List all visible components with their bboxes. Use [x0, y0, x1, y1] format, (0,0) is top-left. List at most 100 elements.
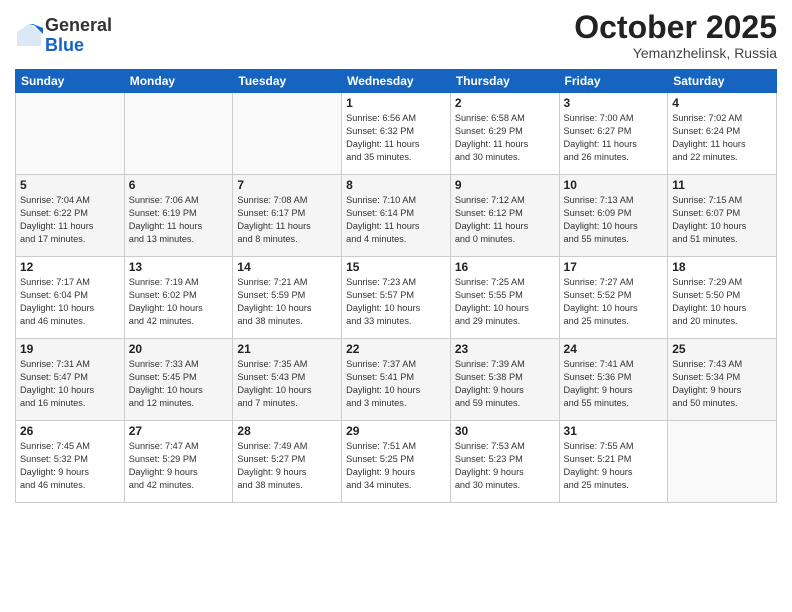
calendar-day-cell: 28 Sunrise: 7:49 AM Sunset: 5:27 PM Dayli… — [233, 421, 342, 503]
header-tuesday: Tuesday — [233, 70, 342, 93]
logo-icon — [15, 22, 43, 50]
day-number: 23 — [455, 342, 555, 356]
calendar-day-cell: 13Sunrise: 7:19 AM Sunset: 6:02 PM Dayli… — [124, 257, 233, 339]
calendar-week-row: 5Sunrise: 7:04 AM Sunset: 6:22 PM Daylig… — [16, 175, 777, 257]
title-block: October 2025 Yemanzhelinsk, Russia — [574, 10, 777, 61]
day-info: Sunrise: 7:04 AM Sunset: 6:22 PM Dayligh… — [20, 194, 120, 246]
day-info: Sunrise: 7:31 AM Sunset: 5:47 PM Dayligh… — [20, 358, 120, 410]
day-info: Sunrise: 7:02 AM Sunset: 6:24 PM Dayligh… — [672, 112, 772, 164]
day-number: 28 — [237, 424, 337, 438]
calendar-day-cell: 22 Sunrise: 7:37 AM Sunset: 5:41 PM Dayli… — [342, 339, 451, 421]
day-info: Sunrise: 7:49 AM Sunset: 5:27 PM Dayligh… — [237, 440, 337, 492]
day-info: Sunrise: 7:12 AM Sunset: 6:12 PM Dayligh… — [455, 194, 555, 246]
day-number: 15 — [346, 260, 446, 274]
day-number: 10 — [564, 178, 664, 192]
day-number: 4 — [672, 96, 772, 110]
day-number: 30 — [455, 424, 555, 438]
day-info: Sunrise: 7:39 AM Sunset: 5:38 PM Dayligh… — [455, 358, 555, 410]
calendar-day-cell: 23 Sunrise: 7:39 AM Sunset: 5:38 PM Dayli… — [450, 339, 559, 421]
calendar-day-cell: 14 Sunrise: 7:21 AM Sunset: 5:59 PM Dayli… — [233, 257, 342, 339]
calendar-day-cell — [124, 93, 233, 175]
day-number: 3 — [564, 96, 664, 110]
day-number: 6 — [129, 178, 229, 192]
logo-text: General Blue — [45, 16, 112, 56]
calendar-week-row: 19 Sunrise: 7:31 AM Sunset: 5:47 PM Dayli… — [16, 339, 777, 421]
logo-general-text: General — [45, 15, 112, 35]
calendar-day-cell: 30 Sunrise: 7:53 AM Sunset: 5:23 PM Dayli… — [450, 421, 559, 503]
calendar-day-cell: 10 Sunrise: 7:13 AM Sunset: 6:09 PM Dayli… — [559, 175, 668, 257]
day-info: Sunrise: 7:51 AM Sunset: 5:25 PM Dayligh… — [346, 440, 446, 492]
header-friday: Friday — [559, 70, 668, 93]
calendar-day-cell: 26 Sunrise: 7:45 AM Sunset: 5:32 PM Dayli… — [16, 421, 125, 503]
day-number: 2 — [455, 96, 555, 110]
header: General Blue October 2025 Yemanzhelinsk,… — [15, 10, 777, 61]
day-info: Sunrise: 7:25 AM Sunset: 5:55 PM Dayligh… — [455, 276, 555, 328]
header-sunday: Sunday — [16, 70, 125, 93]
day-number: 17 — [564, 260, 664, 274]
day-info: Sunrise: 7:53 AM Sunset: 5:23 PM Dayligh… — [455, 440, 555, 492]
day-number: 8 — [346, 178, 446, 192]
day-number: 21 — [237, 342, 337, 356]
day-number: 1 — [346, 96, 446, 110]
day-number: 16 — [455, 260, 555, 274]
day-info: Sunrise: 7:13 AM Sunset: 6:09 PM Dayligh… — [564, 194, 664, 246]
logo-blue-text: Blue — [45, 35, 84, 55]
day-info: Sunrise: 7:45 AM Sunset: 5:32 PM Dayligh… — [20, 440, 120, 492]
day-number: 12 — [20, 260, 120, 274]
day-info: Sunrise: 7:21 AM Sunset: 5:59 PM Dayligh… — [237, 276, 337, 328]
day-info: Sunrise: 7:43 AM Sunset: 5:34 PM Dayligh… — [672, 358, 772, 410]
day-number: 22 — [346, 342, 446, 356]
day-number: 27 — [129, 424, 229, 438]
calendar-day-cell: 3 Sunrise: 7:00 AM Sunset: 6:27 PM Daylig… — [559, 93, 668, 175]
header-saturday: Saturday — [668, 70, 777, 93]
calendar-day-cell: 9 Sunrise: 7:12 AM Sunset: 6:12 PM Daylig… — [450, 175, 559, 257]
calendar-day-cell: 19 Sunrise: 7:31 AM Sunset: 5:47 PM Dayli… — [16, 339, 125, 421]
month-title: October 2025 — [574, 10, 777, 45]
day-number: 19 — [20, 342, 120, 356]
weekday-header-row: Sunday Monday Tuesday Wednesday Thursday… — [16, 70, 777, 93]
logo: General Blue — [15, 16, 112, 56]
calendar-day-cell: 7Sunrise: 7:08 AM Sunset: 6:17 PM Daylig… — [233, 175, 342, 257]
day-number: 7 — [237, 178, 337, 192]
day-info: Sunrise: 7:10 AM Sunset: 6:14 PM Dayligh… — [346, 194, 446, 246]
day-number: 25 — [672, 342, 772, 356]
calendar-week-row: 26 Sunrise: 7:45 AM Sunset: 5:32 PM Dayli… — [16, 421, 777, 503]
calendar-day-cell: 15Sunrise: 7:23 AM Sunset: 5:57 PM Dayli… — [342, 257, 451, 339]
calendar-day-cell: 29 Sunrise: 7:51 AM Sunset: 5:25 PM Dayli… — [342, 421, 451, 503]
day-info: Sunrise: 7:35 AM Sunset: 5:43 PM Dayligh… — [237, 358, 337, 410]
day-number: 11 — [672, 178, 772, 192]
calendar-day-cell: 5Sunrise: 7:04 AM Sunset: 6:22 PM Daylig… — [16, 175, 125, 257]
day-info: Sunrise: 7:55 AM Sunset: 5:21 PM Dayligh… — [564, 440, 664, 492]
day-info: Sunrise: 7:27 AM Sunset: 5:52 PM Dayligh… — [564, 276, 664, 328]
day-info: Sunrise: 7:33 AM Sunset: 5:45 PM Dayligh… — [129, 358, 229, 410]
calendar-day-cell: 17 Sunrise: 7:27 AM Sunset: 5:52 PM Dayli… — [559, 257, 668, 339]
calendar-body: 1Sunrise: 6:56 AM Sunset: 6:32 PM Daylig… — [16, 93, 777, 503]
calendar-day-cell: 31Sunrise: 7:55 AM Sunset: 5:21 PM Dayli… — [559, 421, 668, 503]
calendar-day-cell: 11 Sunrise: 7:15 AM Sunset: 6:07 PM Dayli… — [668, 175, 777, 257]
day-number: 26 — [20, 424, 120, 438]
calendar-day-cell — [16, 93, 125, 175]
calendar-day-cell: 25 Sunrise: 7:43 AM Sunset: 5:34 PM Dayli… — [668, 339, 777, 421]
day-number: 24 — [564, 342, 664, 356]
calendar-day-cell — [668, 421, 777, 503]
day-info: Sunrise: 7:37 AM Sunset: 5:41 PM Dayligh… — [346, 358, 446, 410]
calendar-day-cell: 20Sunrise: 7:33 AM Sunset: 5:45 PM Dayli… — [124, 339, 233, 421]
calendar-day-cell — [233, 93, 342, 175]
calendar-day-cell: 16 Sunrise: 7:25 AM Sunset: 5:55 PM Dayli… — [450, 257, 559, 339]
header-monday: Monday — [124, 70, 233, 93]
header-thursday: Thursday — [450, 70, 559, 93]
day-info: Sunrise: 7:15 AM Sunset: 6:07 PM Dayligh… — [672, 194, 772, 246]
day-info: Sunrise: 7:06 AM Sunset: 6:19 PM Dayligh… — [129, 194, 229, 246]
day-number: 14 — [237, 260, 337, 274]
day-number: 9 — [455, 178, 555, 192]
calendar-day-cell: 4 Sunrise: 7:02 AM Sunset: 6:24 PM Daylig… — [668, 93, 777, 175]
day-info: Sunrise: 7:41 AM Sunset: 5:36 PM Dayligh… — [564, 358, 664, 410]
day-info: Sunrise: 7:29 AM Sunset: 5:50 PM Dayligh… — [672, 276, 772, 328]
day-info: Sunrise: 6:58 AM Sunset: 6:29 PM Dayligh… — [455, 112, 555, 164]
day-info: Sunrise: 7:19 AM Sunset: 6:02 PM Dayligh… — [129, 276, 229, 328]
calendar-day-cell: 27Sunrise: 7:47 AM Sunset: 5:29 PM Dayli… — [124, 421, 233, 503]
calendar-day-cell: 24 Sunrise: 7:41 AM Sunset: 5:36 PM Dayli… — [559, 339, 668, 421]
day-info: Sunrise: 7:00 AM Sunset: 6:27 PM Dayligh… — [564, 112, 664, 164]
day-number: 18 — [672, 260, 772, 274]
day-number: 29 — [346, 424, 446, 438]
